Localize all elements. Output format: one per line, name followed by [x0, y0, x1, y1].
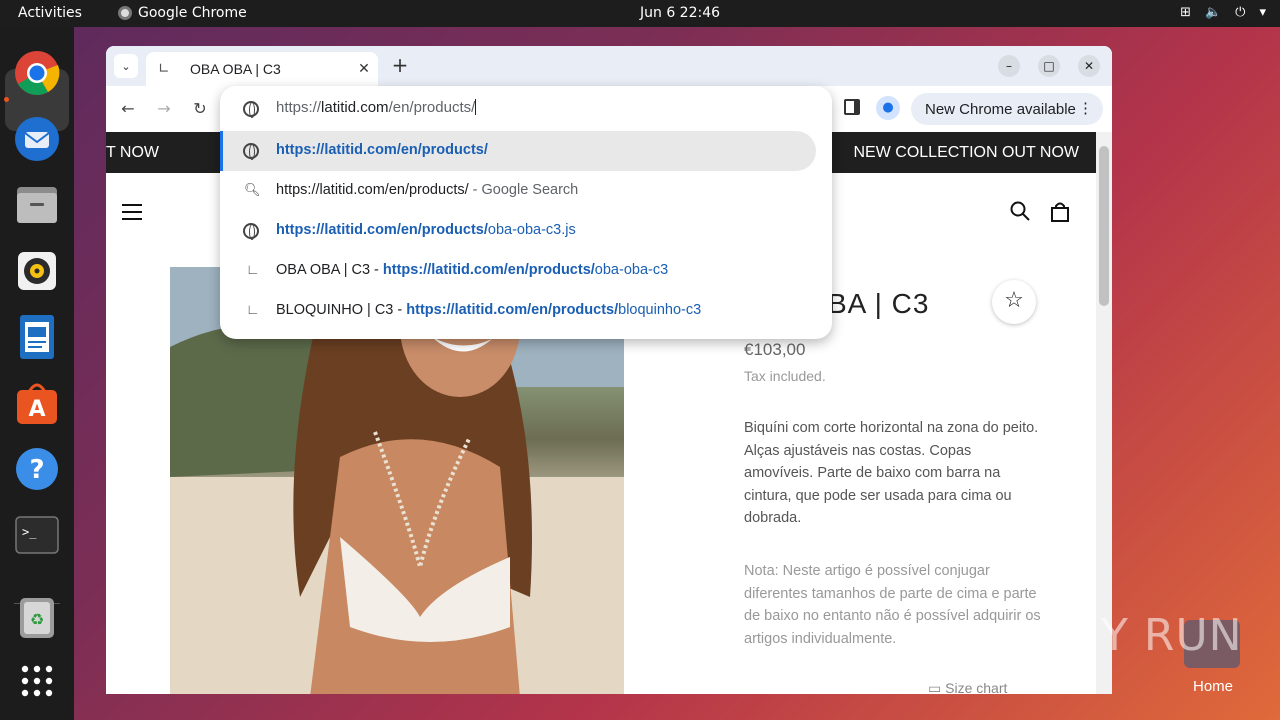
speaker-icon: [18, 252, 56, 290]
chrome-icon: [118, 6, 132, 20]
thunderbird-icon: [15, 117, 59, 161]
chrome-icon: [15, 51, 60, 95]
size-chart-label: Size chart: [945, 680, 1008, 694]
files-launcher[interactable]: [13, 181, 61, 229]
watermark: ANY RUN: [1036, 610, 1243, 661]
home-folder-label: Home: [1193, 678, 1234, 695]
address-input[interactable]: https://latitid.com/en/products/: [276, 99, 477, 116]
terminal-launcher[interactable]: >_: [13, 511, 61, 559]
reload-button[interactable]: ↻: [190, 99, 210, 119]
loading-tab-icon: ∟: [158, 61, 170, 77]
suggestion-item[interactable]: https://latitid.com/en/products/: [220, 131, 816, 171]
tab-active[interactable]: ∟ OBA OBA | C3 ✕: [146, 52, 378, 86]
dock: A ? >_ ♻: [0, 27, 74, 720]
suggestion-item[interactable]: https://latitid.com/en/products/oba-oba-…: [220, 211, 832, 251]
close-window-button[interactable]: ✕: [1078, 55, 1100, 77]
tab-icon: ∟: [246, 261, 260, 277]
help-launcher[interactable]: ?: [13, 445, 61, 493]
more-menu-icon[interactable]: ⋮: [1078, 99, 1093, 117]
power-icon[interactable]: ⏻: [1235, 5, 1245, 20]
product-description: Biquíni com corte horizontal na zona do …: [744, 420, 1039, 526]
app-name: Google Chrome: [138, 5, 247, 21]
app-menu[interactable]: Google Chrome: [118, 5, 247, 21]
search-icon[interactable]: [1010, 201, 1030, 221]
star-icon: ☆: [1004, 288, 1024, 313]
menu-icon[interactable]: [122, 204, 142, 220]
svg-text:>_: >_: [22, 525, 37, 539]
tax-note: Tax included.: [744, 368, 826, 384]
system-tray[interactable]: ⊞ 🔈 ⏻ ▾: [1180, 5, 1266, 20]
reload-icon: ↻: [193, 99, 207, 118]
svg-text:♻: ♻: [30, 610, 44, 629]
volume-icon[interactable]: 🔈: [1205, 5, 1221, 20]
terminal-icon: >_: [15, 516, 59, 554]
document-icon: [20, 315, 54, 359]
tab-title: OBA OBA | C3: [190, 61, 281, 77]
folder-icon: [17, 187, 57, 223]
announcement-text-left: T NOW: [106, 144, 160, 161]
update-label: New Chrome available: [925, 100, 1076, 118]
suggestion-item[interactable]: ∟ OBA OBA | C3 - https://latitid.com/en/…: [220, 251, 832, 291]
product-title: BA | C3: [828, 288, 930, 319]
product-price: €103,00: [744, 340, 806, 359]
globe-icon: [243, 223, 259, 240]
network-icon[interactable]: ⊞: [1180, 5, 1191, 20]
svg-text:A: A: [28, 397, 45, 422]
announcement-text-right: NEW COLLECTION OUT NOW: [853, 144, 1080, 161]
update-chrome-button[interactable]: New Chrome available ⋮: [911, 93, 1103, 125]
show-apps-button[interactable]: [13, 657, 61, 705]
profile-avatar[interactable]: ●: [876, 96, 900, 120]
size-chart-link[interactable]: ▭ Size chart: [928, 680, 1007, 694]
add-to-wishlist-button[interactable]: ☆: [992, 280, 1036, 324]
search-icon: 🔍︎: [244, 182, 261, 197]
app-grid-icon: [21, 665, 53, 697]
tab-strip: ⌄ ∟ OBA OBA | C3 ✕ + – □ ✕: [106, 46, 1112, 86]
suggestion-item[interactable]: 🔍︎ https://latitid.com/en/products/ - Go…: [220, 171, 832, 211]
shopping-bag-icon: A: [17, 383, 57, 424]
forward-button[interactable]: →: [154, 99, 174, 119]
chevron-down-icon[interactable]: ▾: [1259, 5, 1266, 20]
person-icon: ●: [882, 100, 894, 115]
ruler-icon: ▭: [928, 680, 942, 694]
svg-text:?: ?: [29, 455, 44, 485]
address-bar[interactable]: https://latitid.com/en/products/: [220, 86, 832, 130]
new-tab-button[interactable]: +: [388, 54, 412, 78]
text-caret: [475, 99, 477, 115]
product-note: Nota: Neste artigo é possível conjugar d…: [744, 563, 1041, 647]
trash-launcher[interactable]: ♻: [13, 593, 61, 641]
globe-icon: [243, 143, 259, 160]
suggestion-item[interactable]: ∟ BLOQUINHO | C3 - https://latitid.com/e…: [220, 291, 832, 331]
arrow-right-icon: →: [157, 99, 171, 118]
cart-icon[interactable]: [1051, 202, 1069, 222]
running-indicator: [4, 97, 9, 102]
app-center-launcher[interactable]: A: [13, 379, 61, 427]
globe-icon: [243, 101, 259, 118]
tab-search-button[interactable]: ⌄: [114, 54, 138, 78]
rhythmbox-launcher[interactable]: [13, 247, 61, 295]
back-button[interactable]: ←: [118, 99, 138, 119]
arrow-left-icon: ←: [121, 99, 135, 118]
writer-launcher[interactable]: [13, 313, 61, 361]
maximize-button[interactable]: □: [1038, 55, 1060, 77]
thunderbird-launcher[interactable]: [13, 115, 61, 163]
side-panel-icon[interactable]: [844, 99, 860, 115]
help-icon: ?: [16, 448, 58, 490]
omnibox-dropdown: https://latitid.com/en/products/ https:/…: [220, 86, 832, 339]
top-bar: Activities Google Chrome Jun 6 22:46 ⊞ 🔈…: [0, 0, 1280, 27]
tab-icon: ∟: [246, 301, 260, 317]
clock[interactable]: Jun 6 22:46: [640, 5, 720, 21]
close-tab-icon[interactable]: ✕: [350, 61, 378, 77]
chevron-down-icon: ⌄: [121, 59, 131, 73]
minimize-button[interactable]: –: [998, 55, 1020, 77]
chrome-launcher[interactable]: [13, 49, 61, 97]
scrollbar-thumb[interactable]: [1099, 146, 1109, 306]
activities-button[interactable]: Activities: [18, 5, 82, 21]
trash-icon: ♻: [20, 598, 54, 638]
